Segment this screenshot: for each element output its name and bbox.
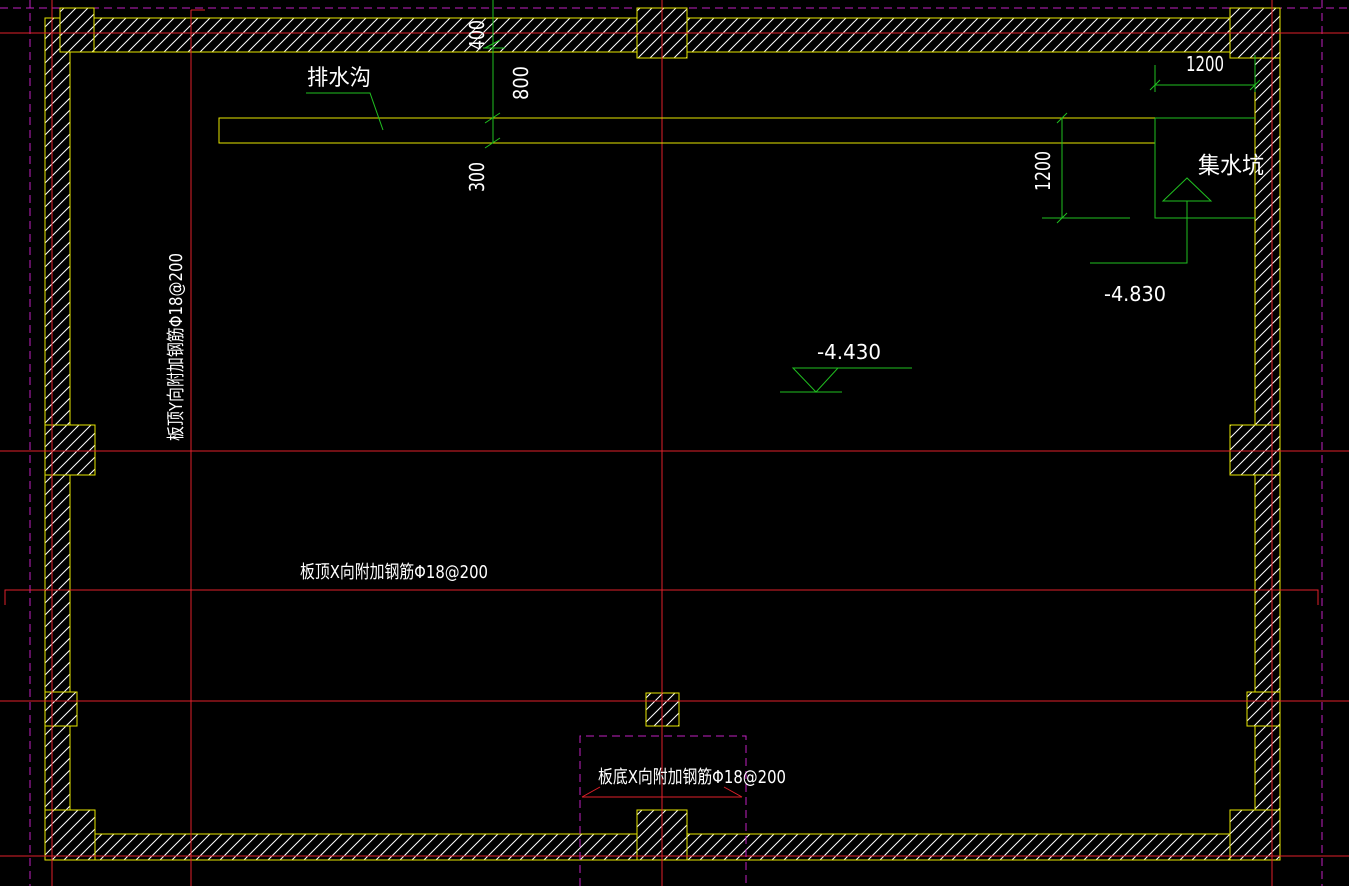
dim-ditch-width: 300 [465,162,489,192]
cad-drawing-canvas[interactable]: 排水沟 集水坑 板顶X向附加钢筋Φ18@200 板底X向附加钢筋Φ18@200 … [0,0,1349,886]
dim-top-offset: 400 [465,20,489,50]
drain-ditch-label: 排水沟 [307,66,371,91]
rebar-bottom-x-label: 板底X向附加钢筋Φ18@200 [598,767,786,788]
elevation-slab: -4.430 [817,340,881,364]
dim-pit-width: 1200 [1186,52,1224,76]
dim-ditch-to-wall: 800 [509,66,533,100]
rebar-top-x-label: 板顶X向附加钢筋Φ18@200 [300,562,488,583]
rebar-top-y-label: 板顶Y向附加钢筋Φ18@200 [166,253,187,441]
elevation-pit: -4.830 [1104,282,1166,306]
dim-pit-depth: 1200 [1031,151,1055,191]
sump-pit-label: 集水坑 [1198,153,1264,179]
